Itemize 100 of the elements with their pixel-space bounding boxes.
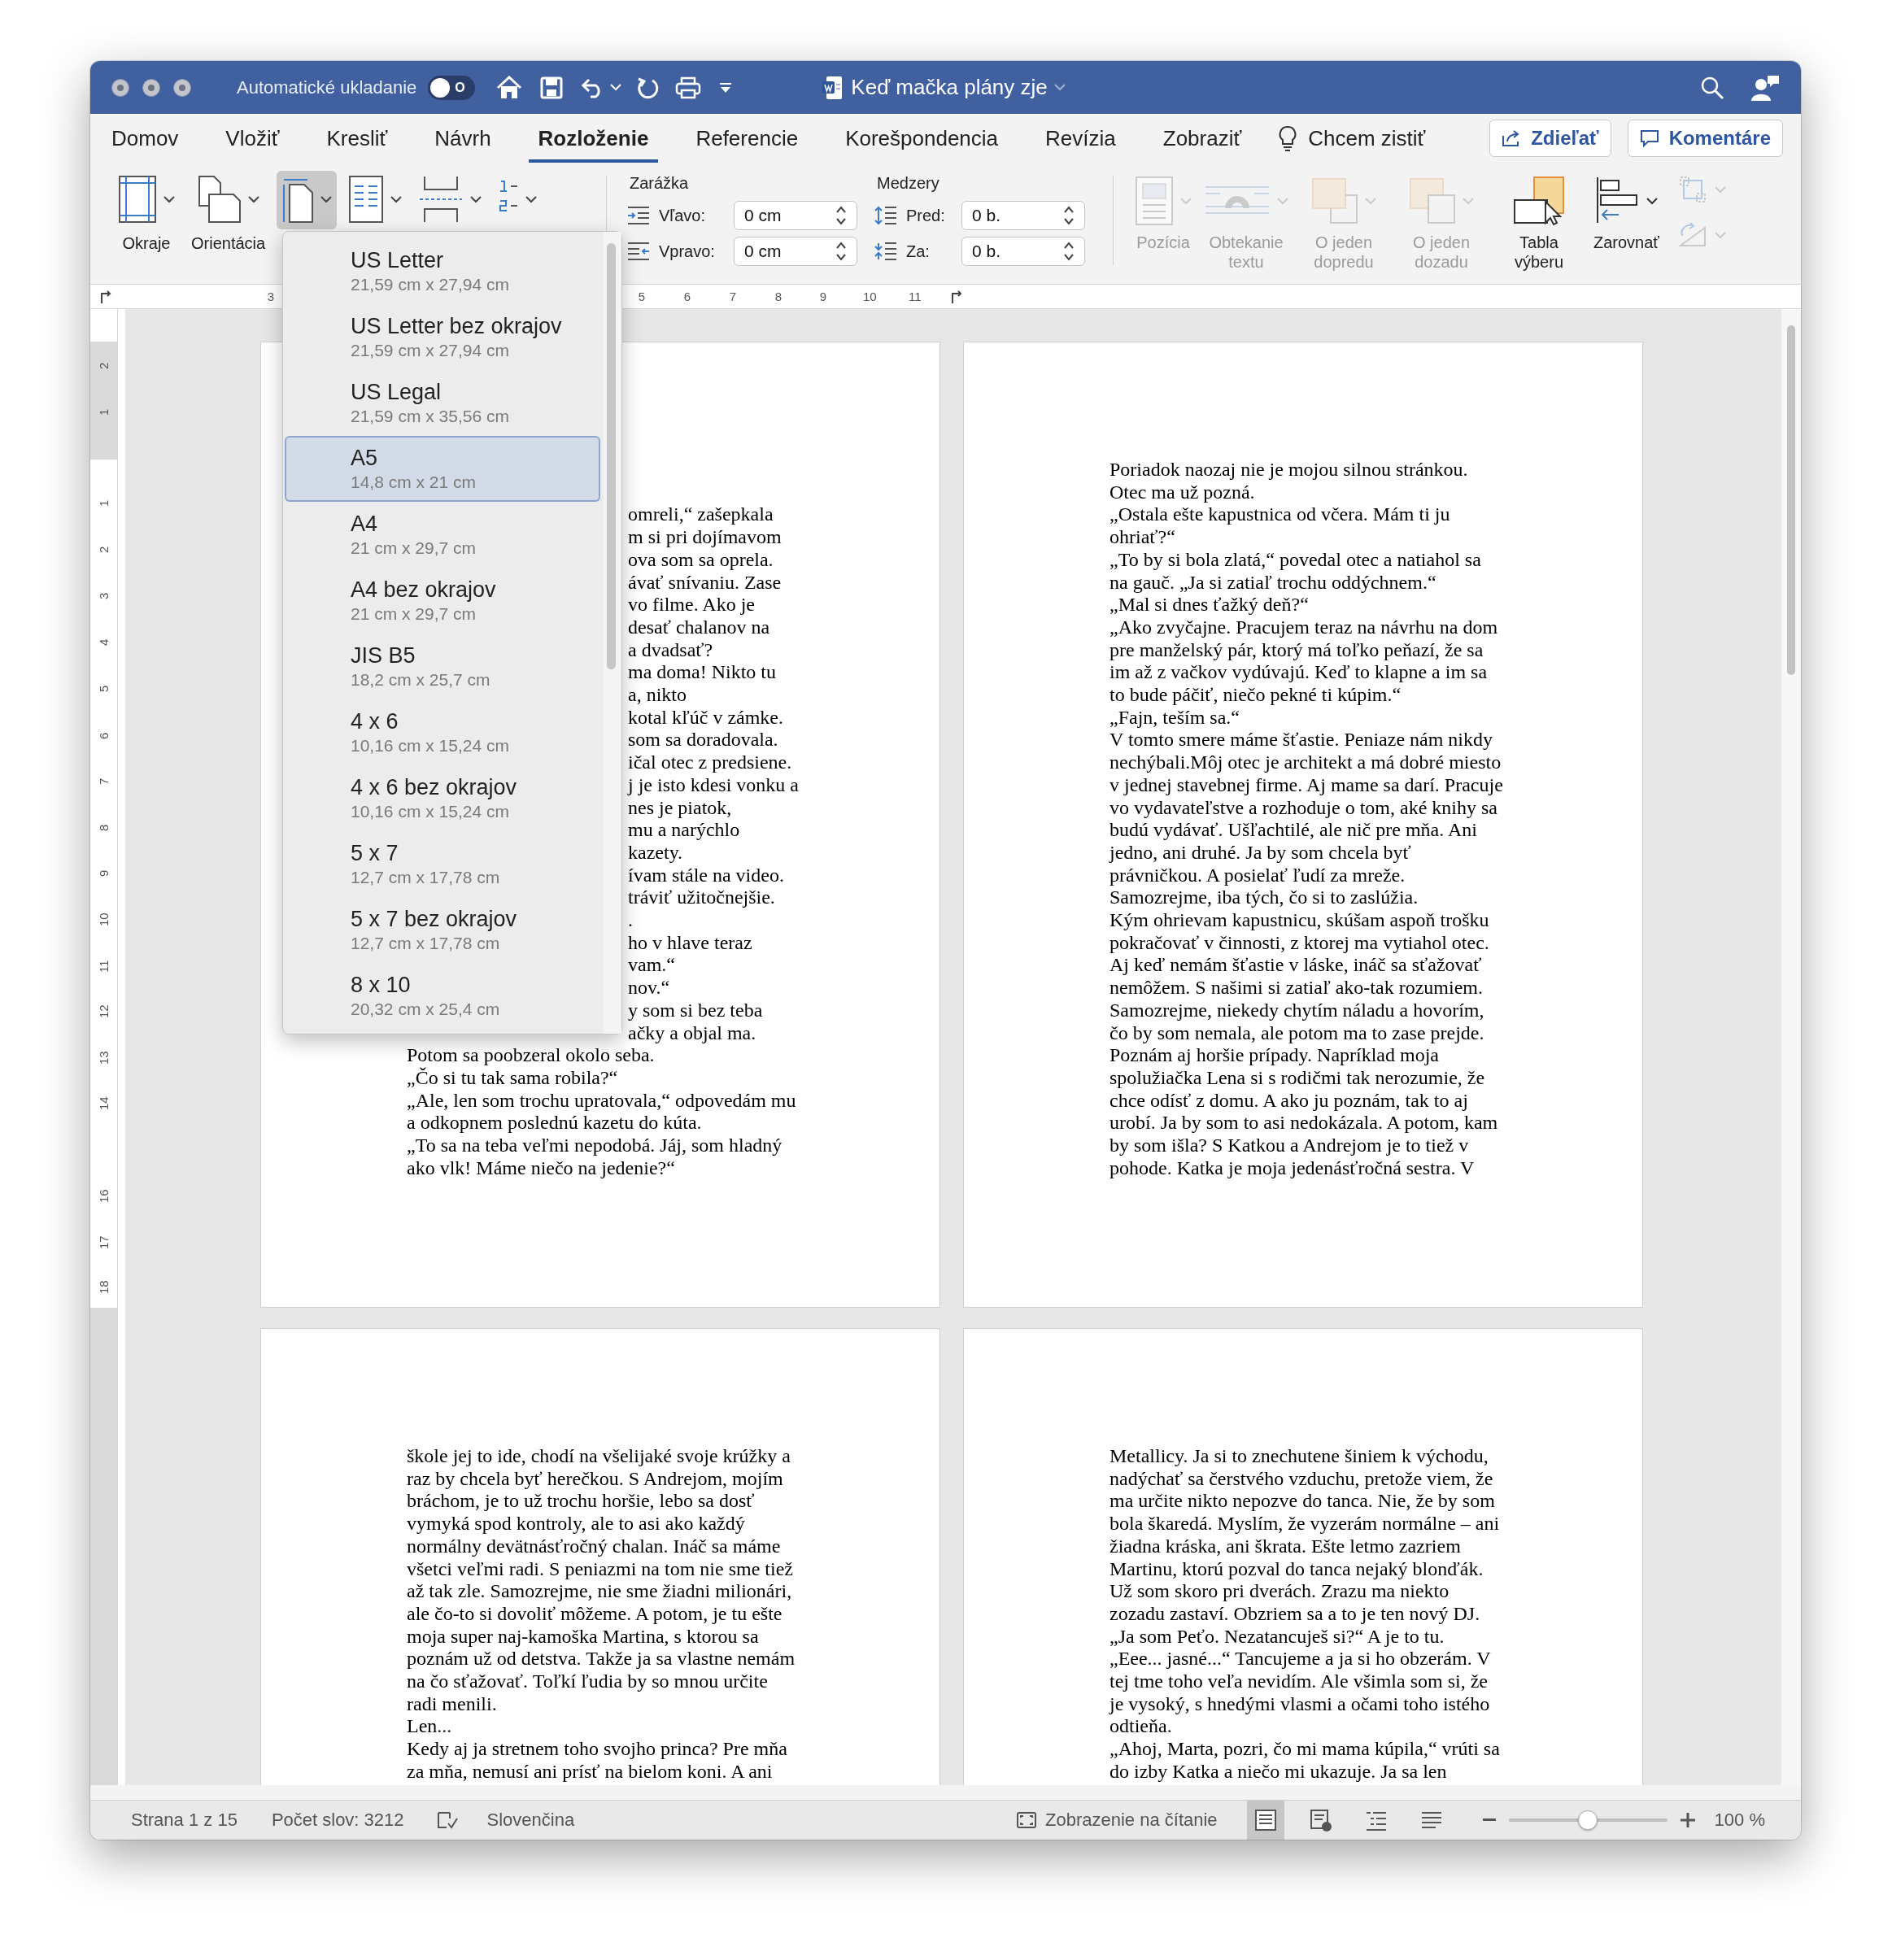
spin-field[interactable]: 0 b. [961,237,1085,266]
group-title: Zarážka [630,173,690,194]
group-icon [1678,176,1707,203]
columns-icon [348,175,385,224]
stepper-icon [835,205,847,226]
ribbon-tab[interactable]: Návrh [425,114,501,163]
text-line: nes je piatok, [628,796,732,820]
person-icon[interactable] [1750,73,1780,102]
tab-stop-icon[interactable] [951,290,962,303]
text-line: a dvadsať? [628,638,713,662]
ruler-number: 2 [98,361,110,372]
autosave-label: Automatické ukladanie [237,76,417,98]
spin-field[interactable]: 0 cm [734,201,857,230]
paragraph: škole jej to ide, chodí na všelijaké svoje krúžky a raz by chcela byť herečkou. S Andrejom, mojím bráchom, je to už trochu horšie, lebo sa dosť vymyká spod kontroly, ale to asi ako každý normálny devätnásťročný chalan. Ináč sa máme všetci veľmi radi. S peniazmi na tom nie sme tiež až tak zle. Samozrejme, nie sme žiadni milionári, ale čo-to si dovoliť môžeme. A potom, je tu ešte moja super naj-kamoška Martina, s ktorou sa poznám už od detstva. Takže ja sa vlastne nemám na čo sťažovať. Toľkí ľudia by so mnou určite radi menili. [407,1445,796,1716]
page-size-option[interactable]: A4 bez okrajov 21 cm x 29,7 cm [285,568,600,634]
save-icon[interactable] [540,76,564,99]
size-button[interactable] [277,171,338,229]
page-size-option[interactable]: A4 21 cm x 29,7 cm [285,502,600,568]
page-size-option[interactable]: US Letter bez okrajov 21,59 cm x 27,94 cm [285,304,600,370]
ruler-number: 5 [98,684,110,695]
ribbon-tab[interactable]: Korešpondencia [835,114,1009,163]
proofing-icon[interactable] [436,1810,458,1830]
position-icon [1135,176,1174,226]
text-line: ívam stále na video. [628,864,784,887]
home-icon[interactable] [496,75,523,100]
page-size-option[interactable]: 5 x 7 bez okrajov 12,7 cm x 17,78 cm [285,897,600,963]
ruler-number: 14 [98,1095,110,1112]
page-size-option[interactable]: 5 x 7 12,7 cm x 17,78 cm [285,831,600,897]
zoom-out-icon[interactable] [1482,1818,1496,1822]
selection-pane-button[interactable]: Tabla výberu [1494,171,1584,275]
ruler-number: 7 [98,777,110,787]
ruler-number: 2 [98,545,110,555]
minimize-button[interactable] [142,78,160,97]
orientation-button[interactable]: Orientácia [186,171,271,256]
paragraph: „Eee... jasné...“ Tancujeme a ja si ho obzerám. V tej tme toho veľa nevidím. Ale všimla som si, že je vysoký, s hnedými vlasmi a očami toho istého odtieňa. [1109,1648,1492,1739]
lightbulb-icon [1279,125,1297,151]
text-line: omreli,“ zašepkala [628,503,774,527]
ribbon-tab[interactable]: Vložiť [216,114,290,163]
stepper-icon [1063,205,1075,226]
caret-icon [1365,197,1376,205]
customize-icon[interactable] [719,81,733,94]
caret-icon[interactable] [610,84,622,91]
margins-icon [118,175,157,224]
tell-me-search[interactable]: Chcem zistiť [1308,125,1426,151]
scrollbar-thumb[interactable] [607,243,616,669]
chevron-icon[interactable] [1053,84,1066,91]
indent-right-icon [626,242,651,261]
text-line: nov.“ [628,977,670,1000]
view-button[interactable] [1246,1801,1284,1840]
zoom-level[interactable]: 100 % [1714,1810,1765,1831]
ribbon-tab[interactable]: Domov [102,114,189,163]
web-layout-icon [1308,1809,1333,1832]
search-icon[interactable] [1700,75,1724,100]
page-size-option[interactable]: JIS B5 18,2 cm x 25,7 cm [285,634,600,699]
paragraph: Samozrejme, iba tých, čo si to zaslúžia. [1109,886,1419,910]
redo-icon[interactable] [636,76,660,99]
paragraph: Kedy aj ja stretnem toho svojho princa? Pre mňa za mňa, nemusí ani prísť na bielom koni. A ani [407,1738,788,1784]
ruler-number: 18 [98,1279,110,1296]
spin-field[interactable]: 0 b. [961,201,1085,230]
ruler-number: 6 [98,731,110,742]
zoom-button[interactable] [173,78,191,97]
ribbon-tab[interactable]: Kresliť [316,114,398,163]
align-button[interactable]: Zarovnať [1592,171,1661,255]
scrollbar-thumb[interactable] [1787,325,1795,675]
language[interactable]: Slovenčina [486,1810,575,1831]
paragraph: Poriadok naozaj nie je mojou silnou stránkou. [1109,459,1469,481]
page-size-option[interactable]: 8 x 10 20,32 cm x 25,4 cm [285,963,600,1029]
zoom-in-icon[interactable] [1680,1813,1695,1827]
spin-field[interactable]: 0 cm [734,237,857,266]
text-line: . [628,909,633,932]
autosave-toggle[interactable]: O [428,75,476,100]
ruler-number: 10 [863,290,874,303]
paragraph: „Mal si dnes ťažký deň?“ [1109,594,1310,616]
slider-thumb[interactable] [1578,1810,1598,1830]
focus-mode-button[interactable]: Zobrazenie na čítanie [1045,1810,1218,1831]
close-button[interactable] [111,78,129,97]
print-icon[interactable] [675,76,702,99]
margins-button[interactable]: Okraje [113,171,180,256]
tab-stop-icon[interactable] [100,290,111,303]
field-label: Za: [906,242,931,261]
caret-icon [525,195,538,203]
caret-icon [1714,231,1726,239]
caret-icon [163,195,175,203]
page-size-option[interactable]: A5 14,8 cm x 21 cm [285,436,600,502]
page-size-option[interactable]: 4 x 6 bez okrajov 10,16 cm x 15,24 cm [285,765,600,831]
ribbon-tab[interactable]: Zobraziť [1153,114,1252,163]
page-size-option[interactable]: US Legal 21,59 cm x 35,56 cm [285,370,600,436]
page-size-option[interactable]: US Letter 21,59 cm x 27,94 cm [285,238,600,304]
comments-button[interactable]: Komentáre [1627,120,1783,157]
ruler-number: 1 [98,407,110,418]
paragraph: „To by si bola zlatá,“ povedal otec a natiahol sa na gauč. „Ja si zatiaľ trochu oddýchnem.“ [1109,548,1482,595]
caret-icon [1646,197,1659,205]
page-size-option[interactable]: 4 x 6 10,16 cm x 15,24 cm [285,699,600,765]
paragraph: „Ostala ešte kapustnica od včera. Mám ti ju ohriať?“ [1109,503,1451,549]
share-button[interactable]: Zdieľať [1489,120,1611,157]
ribbon-tab[interactable]: Revízia [1035,114,1126,163]
ruler-number: 11 [98,959,110,974]
text-line: j je isto kdesi vonku a [628,773,799,797]
zoom-slider[interactable] [1508,1810,1667,1830]
ribbon-tab[interactable]: Referencie [686,114,809,163]
